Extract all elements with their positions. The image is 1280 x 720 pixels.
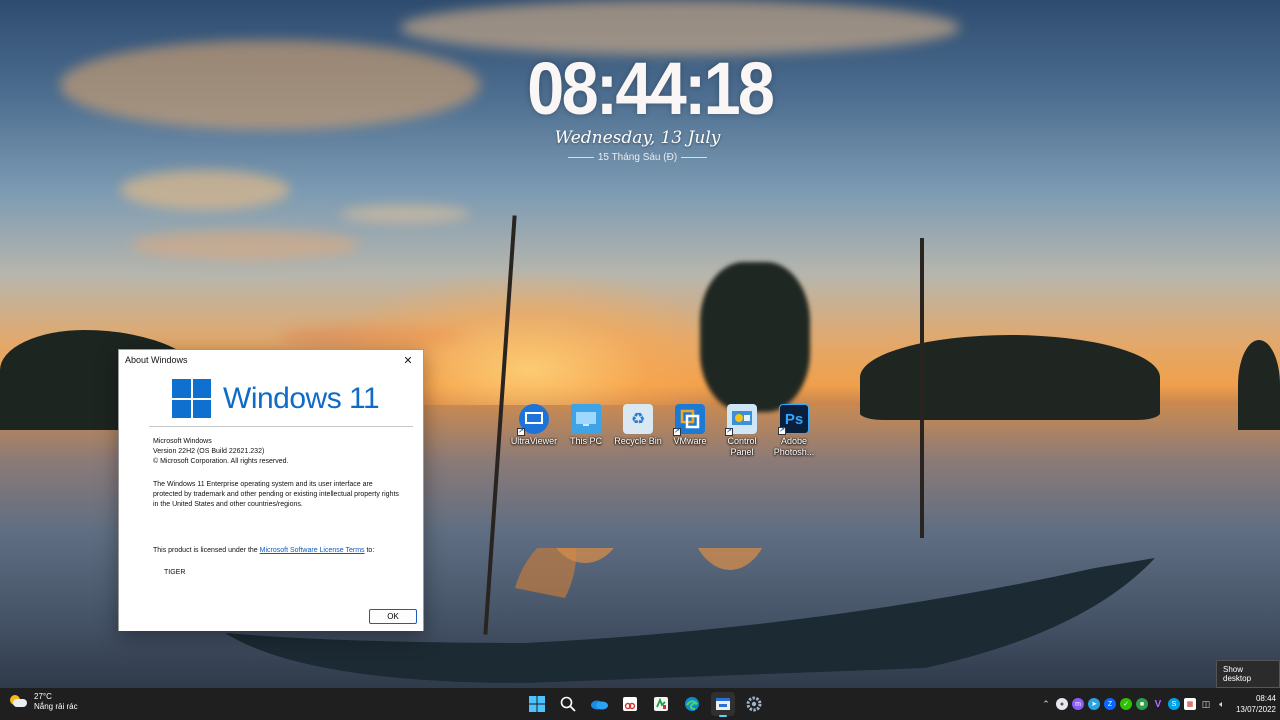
zalo-icon[interactable]: Z bbox=[1104, 698, 1116, 710]
vmware-icon: ↗ bbox=[673, 404, 705, 436]
onedrive-button[interactable] bbox=[587, 692, 611, 716]
desktop-icon-recycle-bin[interactable]: ♻ Recycle Bin bbox=[612, 404, 664, 458]
calendar-icon[interactable]: ▦ bbox=[1184, 698, 1196, 710]
product-name: Microsoft Windows bbox=[153, 438, 212, 445]
version-info: Microsoft Windows Version 22H2 (OS Build… bbox=[153, 437, 403, 467]
about-windows-taskbar-button[interactable] bbox=[711, 692, 735, 717]
windows-logo-icon bbox=[172, 379, 211, 418]
description-text: The Windows 11 Enterprise operating syst… bbox=[153, 481, 399, 508]
weather-condition: Nắng rải rác bbox=[34, 702, 78, 711]
copyright-text: © Microsoft Corporation. All rights rese… bbox=[153, 458, 289, 465]
windows-start-icon bbox=[529, 696, 545, 712]
app-button[interactable] bbox=[649, 692, 673, 716]
licensee-name: TIGER bbox=[164, 569, 186, 576]
license-terms-link[interactable]: Microsoft Software License Terms bbox=[260, 547, 365, 554]
taskbar-clock[interactable]: 08:44 13/07/2022 bbox=[1226, 693, 1276, 715]
green-app-icon[interactable]: ■ bbox=[1136, 698, 1148, 710]
taskbar: 27°C Nắng rải rác ⌃ ● m ➤ Z ✓ ■ V S ▦ ◫ … bbox=[0, 688, 1280, 720]
partly-sunny-icon bbox=[10, 695, 28, 709]
taskbar-pinned-apps bbox=[525, 688, 766, 720]
close-icon: ✕ bbox=[403, 354, 413, 367]
taskbar-date: 13/07/2022 bbox=[1235, 705, 1276, 714]
dialog-title: About Windows bbox=[125, 355, 188, 365]
this-pc-icon bbox=[571, 404, 601, 434]
clock-date: Wednesday, 13 July bbox=[554, 128, 721, 148]
desktop-icon-photoshop[interactable]: Ps ↗ Adobe Photosh... bbox=[768, 404, 820, 458]
system-tray: ⌃ ● m ➤ Z ✓ ■ V S ▦ ◫ 🔈︎ bbox=[1040, 688, 1228, 720]
wechat-icon[interactable]: ✓ bbox=[1120, 698, 1132, 710]
skype-icon[interactable]: S bbox=[1168, 698, 1180, 710]
about-windows-dialog: About Windows ✕ Windows 11 Microsoft Win… bbox=[118, 349, 424, 631]
control-panel-icon: ↗ bbox=[725, 404, 757, 436]
show-desktop-tooltip: Show desktop bbox=[1216, 660, 1280, 688]
settings-icon bbox=[746, 696, 762, 712]
weather-widget[interactable]: 27°C Nắng rải rác bbox=[10, 692, 78, 712]
chat-icon[interactable]: ● bbox=[1056, 698, 1068, 710]
license-text: This product is licensed under the Micro… bbox=[153, 547, 375, 554]
desktop-icons: ↗ UltraViewer This PC ♻ Recycle Bin ↗ VM… bbox=[508, 404, 820, 458]
photoshop-icon: Ps ↗ bbox=[778, 404, 809, 435]
clock-time: 08:44:18 bbox=[527, 47, 775, 130]
dialog-titlebar[interactable]: About Windows ✕ bbox=[119, 350, 423, 370]
windows-11-logo: Windows 11 bbox=[172, 379, 380, 418]
edge-icon bbox=[685, 697, 699, 711]
desktop-icon-ultraviewer[interactable]: ↗ UltraViewer bbox=[508, 404, 560, 458]
desktop-icon-this-pc[interactable]: This PC bbox=[560, 404, 612, 458]
edge-button[interactable] bbox=[680, 692, 704, 716]
desktop-icon-control-panel[interactable]: ↗ Control Panel bbox=[716, 404, 768, 458]
divider bbox=[149, 426, 413, 427]
search-icon bbox=[560, 696, 576, 712]
settings-button[interactable] bbox=[742, 692, 766, 716]
network-icon[interactable]: ◫ bbox=[1200, 698, 1212, 710]
start-button[interactable] bbox=[525, 692, 549, 716]
vivaldi-icon[interactable]: V bbox=[1152, 698, 1164, 710]
search-button[interactable] bbox=[556, 692, 580, 716]
recycle-bin-icon: ♻ bbox=[623, 404, 653, 434]
app-icon bbox=[654, 697, 668, 711]
version-text: Version 22H2 (OS Build 22621.232) bbox=[153, 448, 265, 455]
ultraviewer-icon: ↗ bbox=[517, 404, 549, 436]
messenger-icon[interactable]: m bbox=[1072, 698, 1084, 710]
desktop-icon-vmware[interactable]: ↗ VMware bbox=[664, 404, 716, 458]
telegram-icon[interactable]: ➤ bbox=[1088, 698, 1100, 710]
snipping-tool-button[interactable] bbox=[618, 692, 642, 716]
logo-text: Windows 11 bbox=[223, 381, 380, 415]
taskbar-time: 08:44 bbox=[1255, 694, 1276, 703]
onedrive-icon bbox=[591, 700, 608, 710]
close-button[interactable]: ✕ bbox=[399, 351, 417, 369]
snipping-tool-icon bbox=[623, 697, 637, 711]
clock-lunar-date: 15 Tháng Sáu (Đ) bbox=[515, 152, 760, 163]
chevron-up-icon[interactable]: ⌃ bbox=[1040, 698, 1052, 710]
about-windows-icon bbox=[716, 698, 730, 710]
desktop-clock-widget: 08:44:18 Wednesday, 13 July 15 Tháng Sáu… bbox=[515, 47, 775, 164]
weather-temp: 27°C bbox=[34, 692, 52, 701]
dialog-body: Windows 11 Microsoft Windows Version 22H… bbox=[119, 370, 423, 631]
ok-button[interactable]: OK bbox=[369, 609, 417, 624]
